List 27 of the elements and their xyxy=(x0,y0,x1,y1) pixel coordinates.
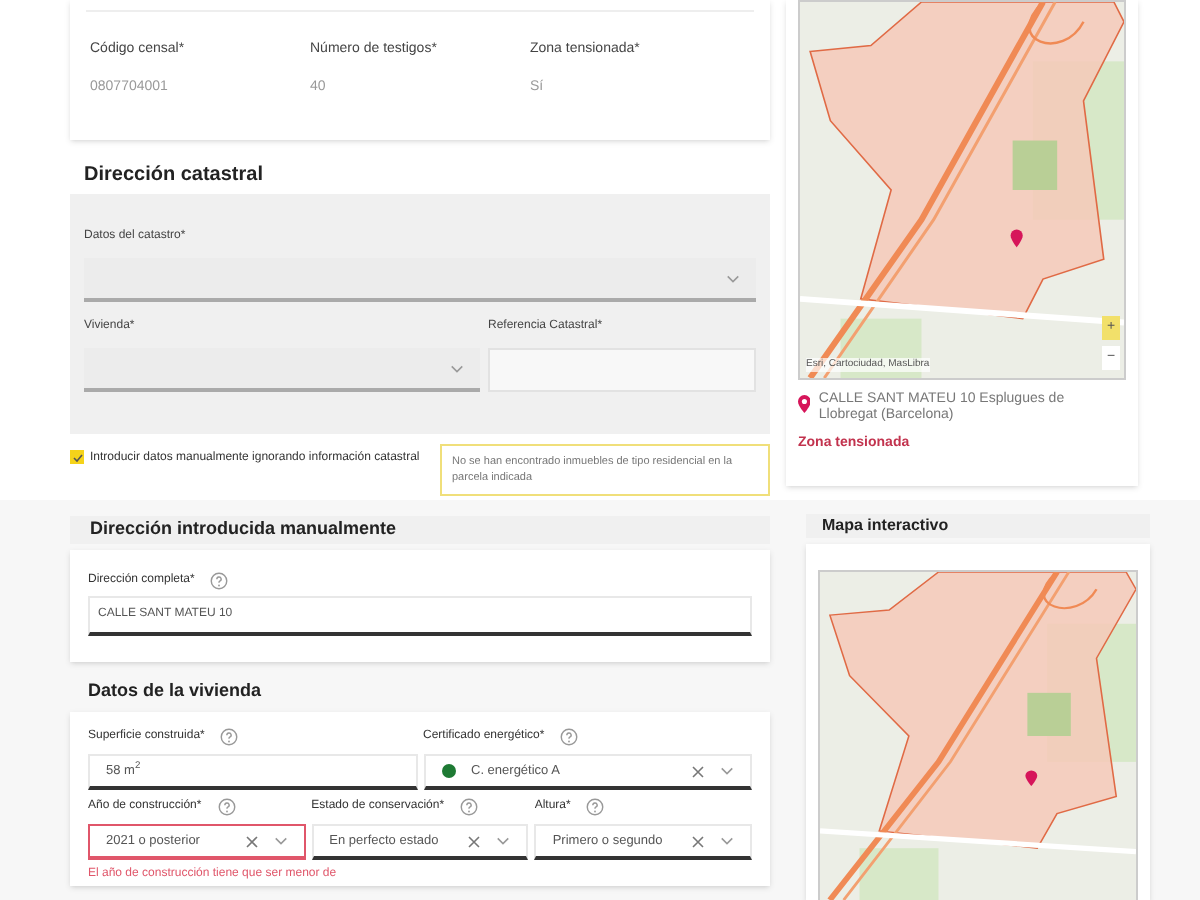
chevron-down-icon xyxy=(726,273,740,283)
location-pin-icon xyxy=(798,392,811,416)
help-icon[interactable] xyxy=(560,728,579,746)
chevron-down-icon xyxy=(720,836,735,846)
section-title: Datos de la vivienda xyxy=(88,678,262,705)
help-icon[interactable] xyxy=(210,572,229,590)
help-icon[interactable] xyxy=(220,728,239,746)
help-icon[interactable] xyxy=(460,798,479,816)
map-drawing[interactable] xyxy=(800,2,1124,378)
map-drawing[interactable] xyxy=(820,572,1136,900)
section-header: Dirección introducida manualmente xyxy=(70,516,770,544)
chevron-down-icon xyxy=(496,836,511,846)
section-header: Mapa interactivo xyxy=(806,514,1150,538)
clear-icon[interactable] xyxy=(692,835,705,847)
clear-icon[interactable] xyxy=(245,835,258,847)
help-icon[interactable] xyxy=(586,798,605,816)
clear-icon[interactable] xyxy=(468,835,481,847)
check-icon xyxy=(71,451,83,463)
select-field[interactable] xyxy=(84,258,756,302)
chevron-down-icon xyxy=(273,836,288,846)
help-icon[interactable] xyxy=(217,798,236,816)
clear-icon[interactable] xyxy=(692,765,704,777)
checkbox[interactable] xyxy=(70,450,84,464)
section-title: Dirección catastral xyxy=(84,161,263,189)
chevron-down-icon xyxy=(450,363,464,373)
select-field[interactable] xyxy=(84,348,480,392)
chevron-down-icon xyxy=(720,766,734,776)
